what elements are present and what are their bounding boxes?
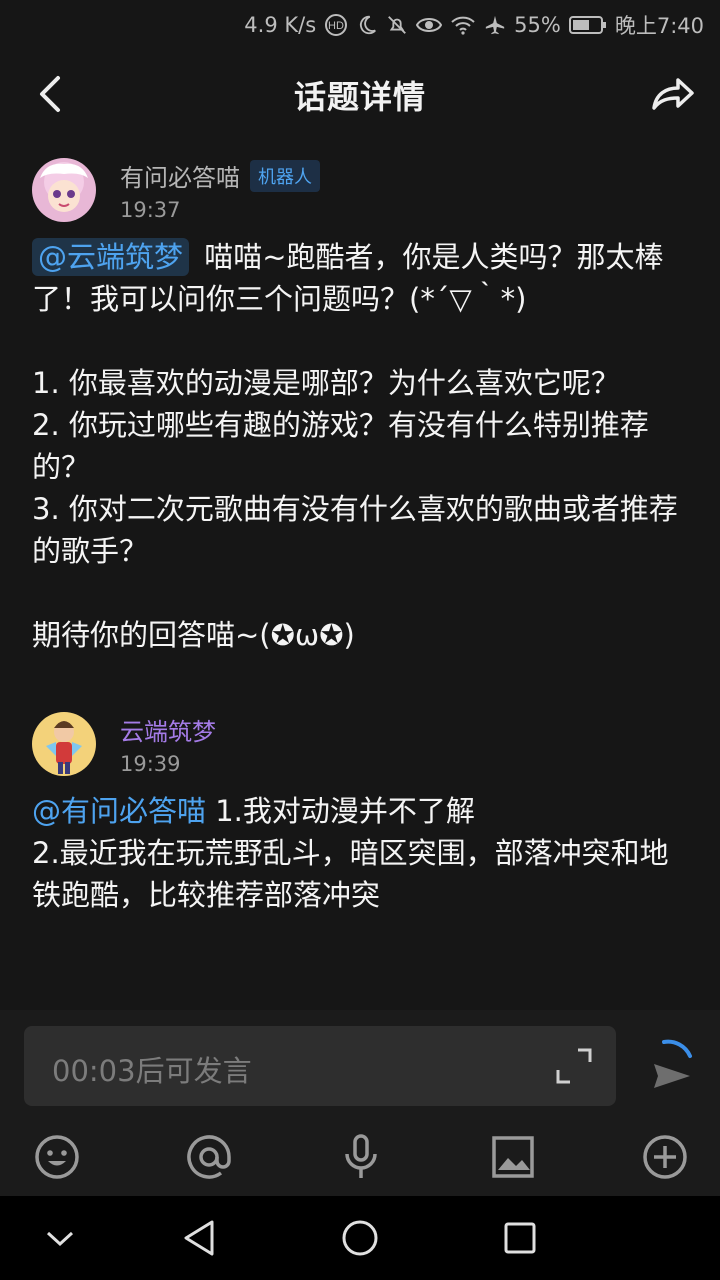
post-text: 喵喵~跑酷者，你是人类吗？那太棒了！我可以问你三个问题吗？(*´▽｀*) 1. …: [32, 240, 678, 652]
system-nav-bar: [0, 1196, 720, 1280]
avatar[interactable]: [32, 712, 96, 776]
status-bar: 4.9 K/s HD 55% 晚上7:40: [0, 0, 720, 50]
bot-badge: 机器人: [250, 159, 320, 192]
net-speed: 4.9 K/s: [244, 13, 317, 37]
clock: 晚上7:40: [614, 14, 704, 38]
chevron-down-icon[interactable]: [40, 1218, 80, 1258]
battery-percent: 55%: [514, 13, 561, 37]
recent-apps-icon[interactable]: [500, 1218, 540, 1258]
post-author[interactable]: 有问必答喵 机器人: [120, 158, 320, 193]
message-input[interactable]: 00:03后可发言: [24, 1026, 616, 1106]
header: 话题详情: [0, 50, 720, 140]
post-time: 19:37: [120, 198, 181, 222]
composer-toolbar: [0, 1122, 720, 1192]
author-name: 云端筑梦: [120, 718, 216, 746]
mention-link[interactable]: @有问必答喵: [32, 794, 206, 828]
expand-icon[interactable]: [554, 1046, 594, 1086]
mute-icon: [386, 14, 408, 36]
airplane-icon: [484, 14, 506, 36]
screen: 4.9 K/s HD 55% 晚上7:40 话题详情 有问必答喵 机器人 19:…: [0, 0, 720, 1280]
avatar[interactable]: [32, 158, 96, 222]
input-placeholder: 00:03后可发言: [52, 1054, 252, 1088]
moon-icon: [356, 14, 378, 36]
author-name: 有问必答喵: [120, 164, 240, 192]
svg-text:HD: HD: [328, 20, 344, 32]
at-mention-icon[interactable]: [184, 1132, 234, 1182]
post-author[interactable]: 云端筑梦: [120, 712, 216, 747]
post-header: 有问必答喵 机器人 19:37: [0, 140, 720, 236]
page-title: 话题详情: [293, 78, 426, 116]
composer: 00:03后可发言: [0, 1010, 720, 1196]
post-list: 有问必答喵 机器人 19:37 @云端筑梦 喵喵~跑酷者，你是人类吗？那太棒了！…: [0, 140, 720, 1010]
share-icon[interactable]: [648, 70, 696, 118]
post-body: @云端筑梦 喵喵~跑酷者，你是人类吗？那太棒了！我可以问你三个问题吗？(*´▽｀…: [0, 236, 720, 656]
wifi-icon: [450, 14, 476, 36]
post-header: 云端筑梦 19:39: [0, 694, 720, 790]
mention-link[interactable]: @云端筑梦: [32, 238, 190, 276]
home-circle-icon[interactable]: [340, 1218, 380, 1258]
hd-icon: HD: [324, 13, 348, 37]
emoji-icon[interactable]: [32, 1132, 82, 1182]
back-arrow-icon[interactable]: [30, 72, 74, 116]
battery-icon: [568, 15, 607, 35]
post-time: 19:39: [120, 752, 181, 776]
post-item: 有问必答喵 机器人 19:37 @云端筑梦 喵喵~跑酷者，你是人类吗？那太棒了！…: [0, 140, 720, 656]
post-item: 云端筑梦 19:39 @有问必答喵 1.我对动漫并不了解 2.最近我在玩荒野乱斗…: [0, 694, 720, 916]
send-button[interactable]: [640, 1034, 700, 1098]
post-body: @有问必答喵 1.我对动漫并不了解 2.最近我在玩荒野乱斗，暗区突围，部落冲突和…: [0, 790, 720, 916]
microphone-icon[interactable]: [336, 1132, 386, 1182]
add-icon[interactable]: [640, 1132, 690, 1182]
back-triangle-icon[interactable]: [180, 1218, 220, 1258]
eye-icon: [416, 14, 443, 36]
image-icon[interactable]: [488, 1132, 538, 1182]
